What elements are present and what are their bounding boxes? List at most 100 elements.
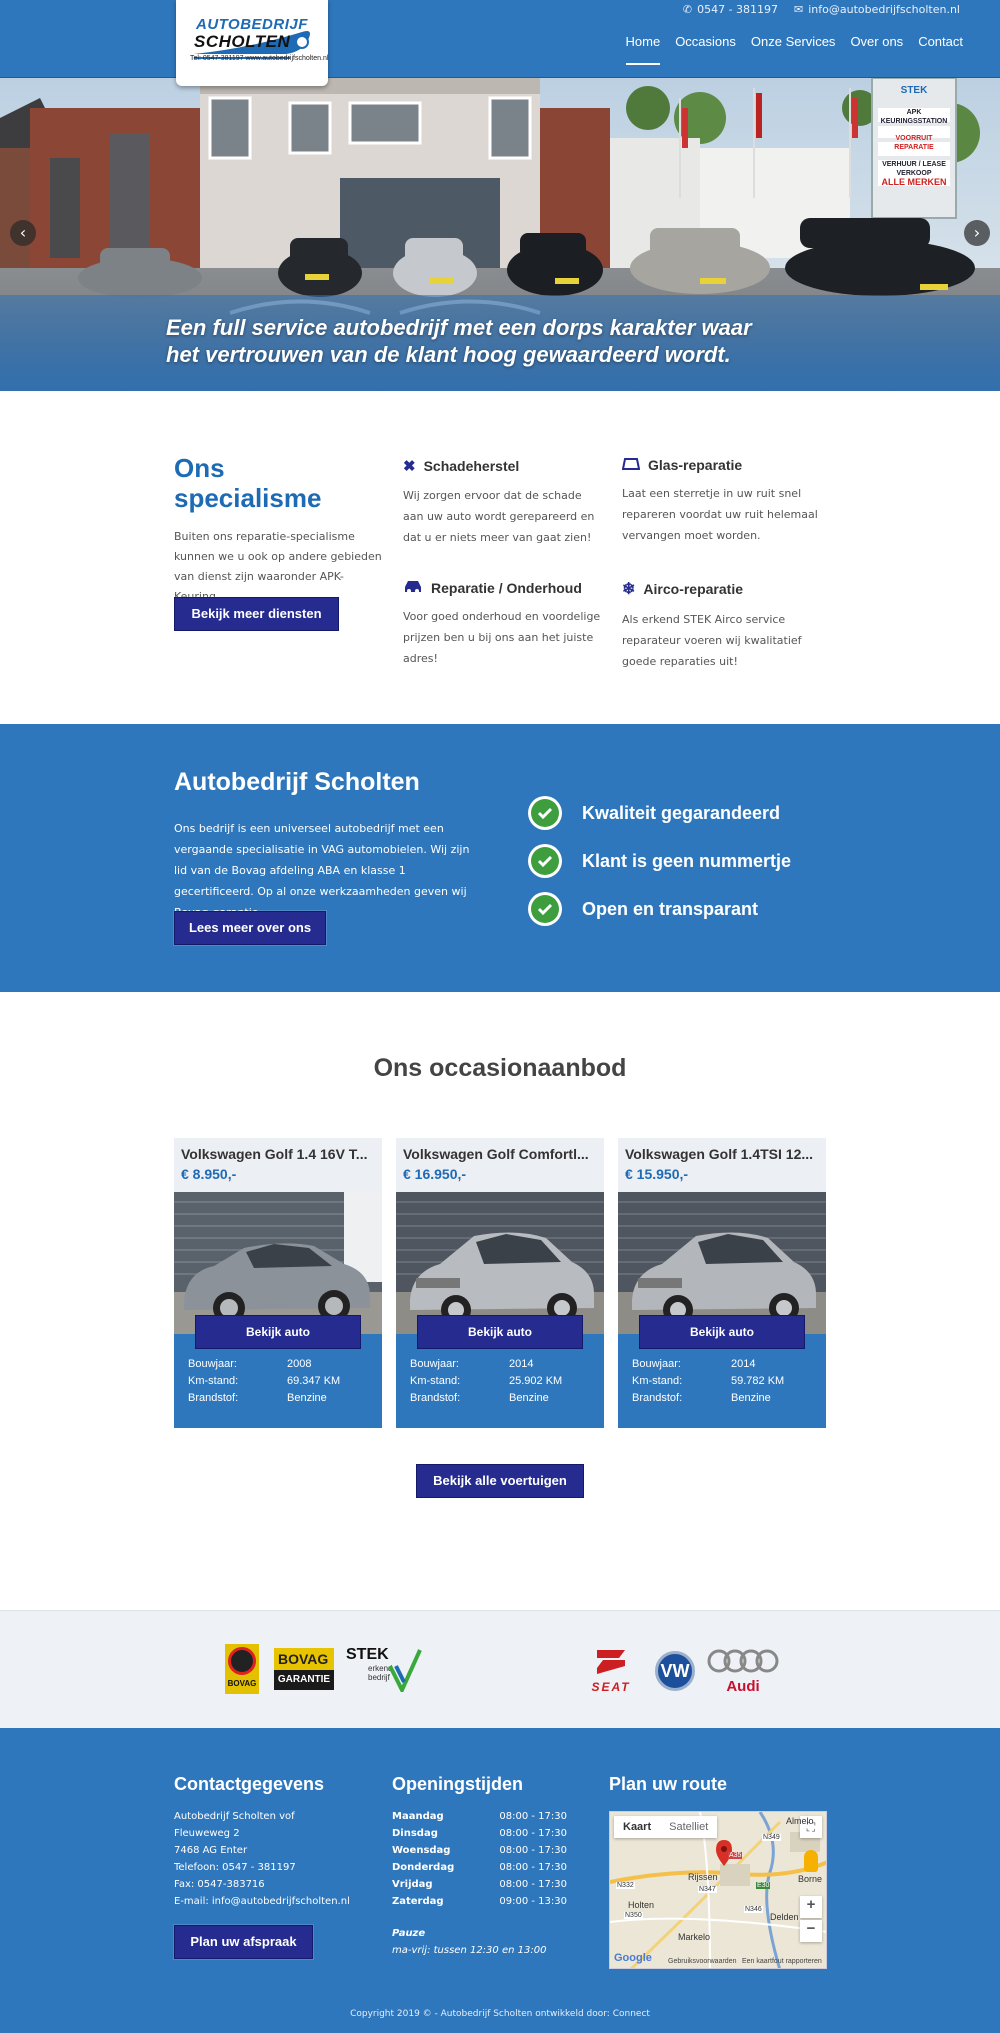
check-icon (528, 796, 562, 830)
car-specs: Bouwjaar: 2008 Km-stand: 69.347 KM Brandst… (174, 1356, 382, 1407)
service-title: Schadeherstel (423, 458, 520, 474)
audi-text: Audi (726, 1678, 760, 1695)
about-section: Autobedrijf Scholten Ons bedrijf is een … (0, 724, 1000, 992)
car-price: € 8.950,- (181, 1166, 237, 1182)
check-icon (528, 844, 562, 878)
view-car-button[interactable]: Bekijk auto (195, 1315, 361, 1349)
car-photo[interactable] (396, 1192, 604, 1334)
hours-row: Woensdag 08:00 - 17:30 (392, 1842, 567, 1859)
hours-row: Maandag 08:00 - 17:30 (392, 1808, 567, 1825)
sign-line1: APK KEURINGSSTATION (880, 109, 948, 125)
car-name[interactable]: Volkswagen Golf Comfortl... (403, 1146, 597, 1162)
map-road-n332: N332 (616, 1882, 635, 1889)
nav-over-ons[interactable]: Over ons (850, 34, 903, 65)
car-card[interactable]: Volkswagen Golf 1.4 16V T... € 8.950,- B… (174, 1138, 382, 1428)
spec-label: Km-stand: (632, 1375, 683, 1387)
nav-home[interactable]: Home (625, 34, 661, 65)
specialisme-section: Ons specialisme Buiten ons reparatie-spec… (0, 391, 1000, 724)
spec-label: Km-stand: (410, 1375, 461, 1387)
snowflake-icon: ❄ (622, 581, 636, 598)
hours-day: Maandag (392, 1811, 444, 1822)
contact-line[interactable]: E-mail: info@autobedrijfscholten.nl (174, 1893, 350, 1910)
about-more-button[interactable]: Lees meer over ons (174, 911, 326, 945)
car-card[interactable]: Volkswagen Golf Comfortl... € 16.950,- B… (396, 1138, 604, 1428)
hours-row: Vrijdag 08:00 - 17:30 (392, 1876, 567, 1893)
car-name[interactable]: Volkswagen Golf 1.4 16V T... (181, 1146, 375, 1162)
seat-s-icon (597, 1650, 625, 1674)
hours-day: Zaterdag (392, 1896, 444, 1907)
map-terms-link[interactable]: Gebruiksvoorwaarden (668, 1958, 736, 1965)
more-services-button[interactable]: Bekijk meer diensten (174, 597, 339, 631)
nav-occasions[interactable]: Occasions (675, 34, 736, 65)
all-vehicles-button[interactable]: Bekijk alle voertuigen (416, 1464, 584, 1498)
zoom-out-button[interactable]: − (800, 1920, 822, 1942)
seat-text: SEAT (591, 1680, 631, 1694)
mail-icon: ✉ (794, 3, 804, 16)
car-photo[interactable] (618, 1192, 826, 1334)
logo-line3: Tel: 0547-381197 www.autobedrijfscholten… (190, 55, 329, 62)
map-tab-kaart[interactable]: Kaart (614, 1816, 660, 1838)
map-road-n346: N346 (744, 1906, 763, 1913)
route-map[interactable]: Kaart Satelliet ⛶ + − Almelo Rijssen Bor… (609, 1811, 827, 1969)
view-car-button[interactable]: Bekijk auto (417, 1315, 583, 1349)
hero-caption: Een full service autobedrijf met een dor… (166, 314, 752, 368)
feature-item: Klant is geen nummertje (528, 844, 791, 878)
occasions-title: Ons occasionaanbod (373, 1054, 627, 1082)
service-glas-reparatie: Glas-reparatie Laat een sterretje in uw … (621, 457, 822, 546)
map-report-link[interactable]: Een kaartfout rapporteren (742, 1958, 822, 1965)
pause-info: Pauze ma-vrij: tussen 12:30 en 13:00 (392, 1925, 546, 1959)
spec-label: Brandstof: (632, 1392, 683, 1404)
pause-title: Pauze (392, 1928, 426, 1939)
sign-line2: VOORRUIT REPARATIE (894, 135, 934, 151)
spec-bouwjaar: 2008 (287, 1358, 312, 1370)
service-text: Als erkend STEK Airco service reparateur… (622, 613, 802, 668)
specialisme-title-line2: specialisme (174, 483, 322, 513)
view-car-button[interactable]: Bekijk auto (639, 1315, 805, 1349)
car-specs: Bouwjaar: 2014 Km-stand: 59.782 KM Brandst… (618, 1356, 826, 1407)
car-card-header: Volkswagen Golf 1.4 16V T... € 8.950,- (174, 1138, 382, 1192)
service-title: Airco-reparatie (643, 581, 743, 597)
hero-slider: ‹ › Een full service autobedrijf met een… (0, 78, 1000, 391)
feature-item: Kwaliteit gegarandeerd (528, 796, 780, 830)
contact-line[interactable]: Telefoon: 0547 - 381197 (174, 1859, 350, 1876)
route-title: Plan uw route (609, 1774, 728, 1794)
map-label-markelo: Markelo (678, 1932, 711, 1942)
site-footer: Contactgegevens Autobedrijf Scholten vof… (0, 1728, 1000, 2033)
car-name[interactable]: Volkswagen Golf 1.4TSI 12... (625, 1146, 819, 1162)
car-card[interactable]: Volkswagen Golf 1.4TSI 12... € 15.950,- … (618, 1138, 826, 1428)
plan-appointment-button[interactable]: Plan uw afspraak (174, 1925, 313, 1959)
streetview-pegman-icon[interactable] (804, 1850, 818, 1872)
hours-title: Openingstijden (392, 1774, 524, 1794)
service-heading: ❄ Airco-reparatie (622, 579, 822, 599)
hours-day: Donderdag (392, 1862, 455, 1873)
hours-time: 08:00 - 17:30 (499, 1828, 567, 1839)
feature-label: Kwaliteit gegarandeerd (582, 802, 781, 823)
map-label-borne: Borne (798, 1874, 823, 1884)
map-road-n350: N350 (624, 1912, 643, 1919)
spec-km: 69.347 KM (287, 1375, 341, 1387)
zoom-in-button[interactable]: + (800, 1896, 822, 1918)
contact-title: Contactgegevens (174, 1774, 325, 1794)
sign-line5: ALLE MERKEN (881, 177, 947, 187)
topbar-phone[interactable]: ✆ 0547 - 381197 (683, 3, 778, 16)
contact-line: 7468 AG Enter (174, 1845, 248, 1856)
logo-line1: AUTOBEDRIJF (196, 16, 308, 33)
map-label-almelo: Almelo (786, 1816, 814, 1826)
topbar-email[interactable]: ✉ info@autobedrijfscholten.nl (794, 3, 960, 16)
service-heading: Reparatie / Onderhoud (403, 579, 603, 596)
spec-km: 25.902 KM (509, 1375, 563, 1387)
nav-contact[interactable]: Contact (918, 34, 963, 65)
slider-next-button[interactable]: › (964, 220, 990, 246)
car-photo[interactable] (174, 1192, 382, 1334)
bovag-garantie-top: BOVAG (274, 1648, 334, 1670)
map-tab-satelliet[interactable]: Satelliet (660, 1816, 717, 1838)
nav-services[interactable]: Onze Services (751, 34, 836, 65)
stek-check-icon (388, 1649, 422, 1692)
site-logo[interactable]: AUTOBEDRIJF SCHOLTEN Tel: 0547-381197 ww… (176, 0, 328, 86)
tools-icon: ✖ (403, 458, 416, 475)
spec-bouwjaar: 2014 (731, 1358, 756, 1370)
slider-prev-button[interactable]: ‹ (10, 220, 36, 246)
partners-strip: BOVAG BOVAG GARANTIE STEK erkend bedrijf… (0, 1610, 1000, 1728)
map-road-e30: E30 (756, 1882, 771, 1889)
spec-label: Brandstof: (188, 1392, 239, 1404)
